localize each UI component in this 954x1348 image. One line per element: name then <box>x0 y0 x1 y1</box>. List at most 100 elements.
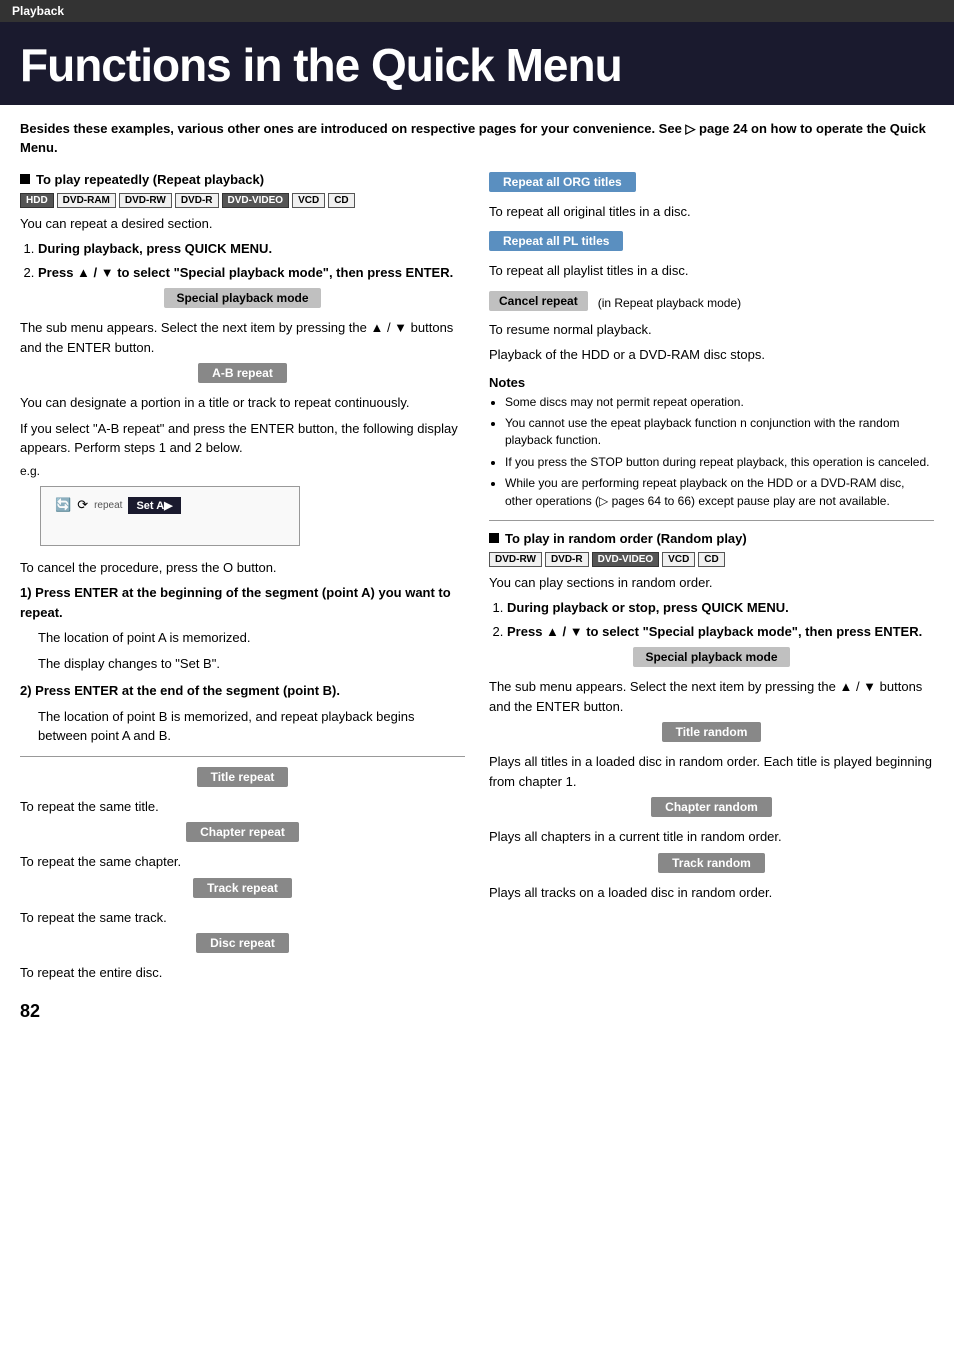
clock-icon: ⟳ <box>77 497 88 513</box>
repeat-step1: During playback, press QUICK MENU. <box>38 241 272 256</box>
repeat-step2: Press ▲ / ▼ to select "Special playback … <box>38 265 453 280</box>
chapter-random-desc: Plays all chapters in a current title in… <box>489 827 934 847</box>
left-column: To play repeatedly (Repeat playback) HDD… <box>20 172 465 1022</box>
random-steps: During playback or stop, press QUICK MEN… <box>489 598 934 641</box>
title-random-box: Title random <box>662 722 762 742</box>
track-random-wrap: Track random <box>489 853 934 878</box>
press-enter-b-desc: The location of point B is memorized, an… <box>20 707 465 746</box>
notes-title: Notes <box>489 375 934 390</box>
note-item-2: You cannot use the epeat playback functi… <box>505 415 934 450</box>
badge-cd: CD <box>328 193 354 208</box>
repeat-section-header: To play repeatedly (Repeat playback) <box>20 172 465 187</box>
page-title: Functions in the Quick Menu <box>20 40 934 91</box>
random-badge-dvdrw: DVD-RW <box>489 552 542 567</box>
note-item-1: Some discs may not permit repeat operati… <box>505 394 934 411</box>
eg-label: e.g. <box>20 464 465 478</box>
track-repeat-wrap: Track repeat <box>20 878 465 903</box>
ab-desc2: If you select "A-B repeat" and press the… <box>20 419 465 458</box>
repeat-text-icon: repeat <box>94 500 122 511</box>
press-enter-a-desc1: The location of point A is memorized. <box>20 628 465 648</box>
random-badge-dvdr: DVD-R <box>545 552 589 567</box>
ab-repeat-wrap: A-B repeat <box>20 363 465 388</box>
random-square-icon <box>489 533 499 543</box>
press-enter-a-title: 1) Press ENTER at the beginning of the s… <box>20 583 465 622</box>
repeat-text1: You can repeat a desired section. <box>20 214 465 234</box>
repeat-badges: HDD DVD-RAM DVD-RW DVD-R DVD-VIDEO VCD C… <box>20 193 465 208</box>
special-playback-box: Special playback mode <box>164 288 320 308</box>
disc-repeat-desc: To repeat the entire disc. <box>20 963 465 983</box>
eg-icons: 🔄 ⟳ repeat Set A▶ <box>55 497 285 514</box>
page-number: 82 <box>20 1001 465 1022</box>
eg-box: 🔄 ⟳ repeat Set A▶ <box>40 486 300 546</box>
random-special-wrap: Special playback mode <box>489 647 934 672</box>
repeat-all-pl-desc: To repeat all playlist titles in a disc. <box>489 261 934 281</box>
title-repeat-desc: To repeat the same title. <box>20 797 465 817</box>
random-badge-dvdvideo: DVD-VIDEO <box>592 552 660 567</box>
chapter-random-box: Chapter random <box>651 797 772 817</box>
badge-dvdvideo: DVD-VIDEO <box>222 193 290 208</box>
cancel-repeat-section: Cancel repeat (in Repeat playback mode) … <box>489 291 934 365</box>
right-column: Repeat all ORG titles To repeat all orig… <box>489 172 934 909</box>
badge-vcd: VCD <box>292 193 325 208</box>
random-special-box: Special playback mode <box>633 647 789 667</box>
repeat-section-title: To play repeatedly (Repeat playback) <box>36 172 264 187</box>
repeat-steps: During playback, press QUICK MENU. Press… <box>20 239 465 282</box>
press-enter-b-title: 2) Press ENTER at the end of the segment… <box>20 681 465 701</box>
cancel-repeat-desc2: Playback of the HDD or a DVD-RAM disc st… <box>489 345 934 365</box>
ab-repeat-box: A-B repeat <box>198 363 287 383</box>
title-random-desc: Plays all titles in a loaded disc in ran… <box>489 752 934 791</box>
repeat-all-org-section: Repeat all ORG titles To repeat all orig… <box>489 172 934 222</box>
title-repeat-box: Title repeat <box>197 767 289 787</box>
random-step2: Press ▲ / ▼ to select "Special playback … <box>507 624 922 639</box>
random-badge-cd: CD <box>698 552 724 567</box>
random-badge-vcd: VCD <box>662 552 695 567</box>
title-section: Functions in the Quick Menu <box>0 22 954 105</box>
press-enter-a-desc2: The display changes to "Set B". <box>20 654 465 674</box>
cancel-text: To cancel the procedure, press the O but… <box>20 558 465 578</box>
random-section-title: To play in random order (Random play) <box>505 531 747 546</box>
cancel-repeat-row: Cancel repeat (in Repeat playback mode) <box>489 291 934 316</box>
random-special-desc: The sub menu appears. Select the next it… <box>489 677 934 716</box>
special-playback-desc: The sub menu appears. Select the next it… <box>20 318 465 357</box>
title-repeat-wrap: Title repeat <box>20 767 465 792</box>
badge-hdd: HDD <box>20 193 54 208</box>
disc-repeat-box: Disc repeat <box>196 933 289 953</box>
ab-desc1: You can designate a portion in a title o… <box>20 393 465 413</box>
disc-repeat-wrap: Disc repeat <box>20 933 465 958</box>
badge-dvdram: DVD-RAM <box>57 193 116 208</box>
random-text: You can play sections in random order. <box>489 573 934 593</box>
square-icon <box>20 174 30 184</box>
repeat-all-org-desc: To repeat all original titles in a disc. <box>489 202 934 222</box>
repeat-all-pl-section: Repeat all PL titles To repeat all playl… <box>489 231 934 281</box>
track-repeat-box: Track repeat <box>193 878 292 898</box>
note-item-3: If you press the STOP button during repe… <box>505 454 934 471</box>
top-bar: Playback <box>0 0 954 22</box>
set-a-badge: Set A▶ <box>128 497 180 514</box>
cancel-repeat-desc1: To resume normal playback. <box>489 320 934 340</box>
random-step1: During playback or stop, press QUICK MEN… <box>507 600 789 615</box>
special-playback-wrap: Special playback mode <box>20 288 465 313</box>
track-repeat-desc: To repeat the same track. <box>20 908 465 928</box>
two-column-layout: To play repeatedly (Repeat playback) HDD… <box>20 172 934 1022</box>
top-bar-label: Playback <box>12 4 64 18</box>
chapter-random-wrap: Chapter random <box>489 797 934 822</box>
repeat-all-org-wrap: Repeat all ORG titles <box>489 172 934 197</box>
track-random-desc: Plays all tracks on a loaded disc in ran… <box>489 883 934 903</box>
cancel-repeat-box: Cancel repeat <box>489 291 588 311</box>
main-content: Besides these examples, various other on… <box>0 105 954 1042</box>
title-random-wrap: Title random <box>489 722 934 747</box>
cancel-repeat-sub: (in Repeat playback mode) <box>598 296 741 310</box>
track-random-box: Track random <box>658 853 765 873</box>
badge-dvdr: DVD-R <box>175 193 219 208</box>
repeat-icon: 🔄 <box>55 497 71 513</box>
repeat-all-pl-box: Repeat all PL titles <box>489 231 623 251</box>
notes-list: Some discs may not permit repeat operati… <box>489 394 934 510</box>
chapter-repeat-wrap: Chapter repeat <box>20 822 465 847</box>
chapter-repeat-desc: To repeat the same chapter. <box>20 852 465 872</box>
note-item-4: While you are performing repeat playback… <box>505 475 934 510</box>
repeat-all-pl-wrap: Repeat all PL titles <box>489 231 934 256</box>
random-section-header: To play in random order (Random play) <box>489 531 934 546</box>
notes-section: Notes Some discs may not permit repeat o… <box>489 375 934 510</box>
chapter-repeat-box: Chapter repeat <box>186 822 299 842</box>
intro-text: Besides these examples, various other on… <box>20 119 934 158</box>
